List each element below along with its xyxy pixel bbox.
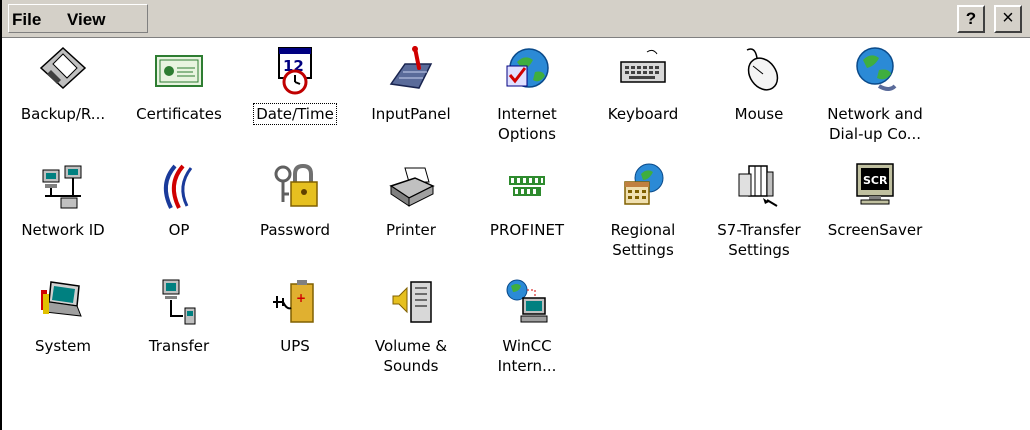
item-label: S7-Transfer Settings [717,221,801,259]
close-button[interactable]: × [994,5,1022,33]
profinet-icon [509,176,545,196]
item-label: PROFINET [489,221,565,239]
speaker-icon [392,281,432,323]
network-globe-icon [856,47,897,91]
menu-bar: File View ? × [2,0,1030,38]
laptop-system-icon [41,281,82,317]
item-regional-settings[interactable]: Regional Settings [584,160,702,260]
item-label: Certificates [136,105,222,123]
item-label: Keyboard [607,105,679,123]
item-label: System [35,337,91,355]
item-mouse[interactable]: Mouse [700,44,818,124]
help-button[interactable]: ? [957,5,985,33]
keyboard-icon [620,49,666,83]
item-keyboard[interactable]: Keyboard [584,44,702,124]
item-transfer[interactable]: Transfer [120,276,238,356]
item-label: OP [168,221,190,239]
menu-view[interactable]: View [67,9,105,31]
network-computers-icon [42,165,82,209]
item-label: Password [259,221,331,239]
item-label: Printer [386,221,436,239]
item-label: UPS [280,337,310,355]
item-op[interactable]: OP [120,160,238,240]
item-network-id[interactable]: Network ID [4,160,122,240]
item-label: Backup/R... [20,105,106,123]
item-label: Date/Time [253,103,337,125]
item-label: InputPanel [371,105,451,123]
regional-calendar-globe-icon [624,163,664,205]
ups-battery-icon: + [273,280,314,323]
item-s7-transfer-settings[interactable]: S7-Transfer Settings [700,160,818,260]
siemens-op-icon [163,164,193,209]
control-panel-window: File View ? × Backup/R... Certificates 1… [0,0,1030,430]
item-backup[interactable]: Backup/R... [4,44,122,124]
item-network-dialup[interactable]: Network and Dial-up Co... [816,44,934,144]
item-printer[interactable]: Printer [352,160,470,240]
item-label: ScreenSaver [827,221,923,239]
keys-padlock-icon [274,163,318,207]
item-certificates[interactable]: Certificates [120,44,238,124]
item-password[interactable]: Password [236,160,354,240]
item-system[interactable]: System [4,276,122,356]
item-label: Network ID [21,221,105,239]
item-date-time[interactable]: 12 Date/Time [236,44,354,125]
floppy-disk-icon [39,46,87,90]
item-label: Mouse [734,105,784,123]
certificate-icon [155,55,203,87]
printer-icon [389,167,435,207]
transfer-computer-device-icon [162,279,196,325]
item-label: WinCC Intern... [497,337,557,375]
wincc-globe-computer-icon [506,279,548,323]
icon-grid: Backup/R... Certificates 12 Date/Time In… [2,38,1030,430]
item-label: Volume & Sounds [374,337,448,375]
mouse-icon [746,48,779,91]
calendar-clock-icon: 12 [278,47,312,95]
item-volume-sounds[interactable]: Volume & Sounds [352,276,470,376]
svg-text:+: + [296,291,306,305]
item-inputpanel[interactable]: InputPanel [352,44,470,124]
screensaver-monitor-icon: SCR [856,163,894,205]
input-panel-keyboard-icon [389,46,433,89]
menu-file[interactable]: File [12,9,41,31]
s7-transfer-icon [738,165,778,207]
item-wincc-internet[interactable]: WinCC Intern... [468,276,586,376]
item-screensaver[interactable]: SCR ScreenSaver [816,160,934,240]
item-label: Internet Options [497,105,557,143]
globe-checkmark-icon [506,48,549,88]
item-label: Transfer [148,337,210,355]
item-profinet[interactable]: PROFINET [468,160,586,240]
item-ups[interactable]: + UPS [236,276,354,356]
item-internet-options[interactable]: Internet Options [468,44,586,144]
svg-text:SCR: SCR [863,174,888,187]
item-label: Regional Settings [610,221,676,259]
item-label: Network and Dial-up Co... [827,105,923,143]
